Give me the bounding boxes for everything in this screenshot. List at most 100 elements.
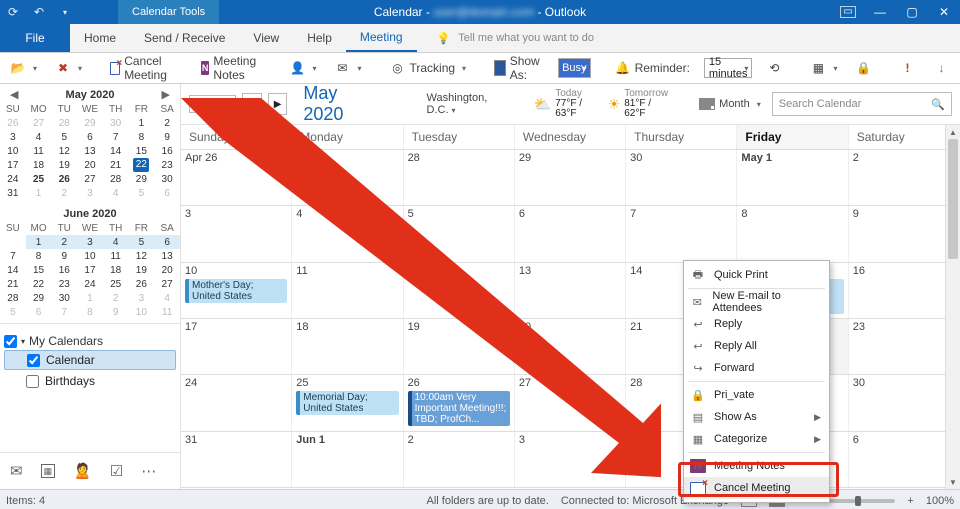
tab-meeting[interactable]: Meeting	[346, 24, 417, 52]
undo-icon[interactable]: ↶	[26, 0, 52, 24]
tasks-nav-icon[interactable]: ☑	[110, 462, 123, 480]
scroll-thumb[interactable]	[948, 139, 958, 259]
calendar-day[interactable]: 4	[292, 206, 403, 261]
tracking-button[interactable]: ◎Tracking	[385, 58, 470, 78]
ribbon-display-options[interactable]: ▭	[832, 0, 864, 24]
zoom-level[interactable]: 100%	[926, 495, 954, 507]
close-button[interactable]: ✕	[928, 0, 960, 24]
tab-view[interactable]: View	[239, 24, 293, 52]
calendar-day[interactable]: 25Memorial Day; United States	[292, 375, 403, 430]
ctx-new-email[interactable]: ✉New E-mail to Attendees	[684, 291, 829, 313]
calendar-day[interactable]: 19	[404, 319, 515, 374]
calendar-day[interactable]: 27	[292, 150, 403, 205]
calendar-day[interactable]: 5	[404, 206, 515, 261]
scroll-down-button[interactable]: ▼	[946, 475, 960, 489]
calendar-nav-icon[interactable]: ▦	[41, 464, 56, 478]
calendar-checkbox[interactable]	[27, 354, 40, 367]
search-calendar-input[interactable]: Search Calendar 🔍	[772, 92, 952, 116]
calendar-day[interactable]: 2610:00am Very Important Meeting!!!; TBD…	[404, 375, 515, 430]
prev-month-button[interactable]: ◀	[6, 88, 22, 101]
show-as-select[interactable]: Busy	[558, 58, 590, 78]
calendar-day[interactable]: 12	[404, 263, 515, 318]
calendar-day[interactable]: 17	[181, 319, 292, 374]
calendar-item-birthdays[interactable]: Birthdays	[4, 372, 176, 390]
tab-help[interactable]: Help	[293, 24, 346, 52]
refresh-icon[interactable]: ⟳	[0, 0, 26, 24]
maximize-button[interactable]: ▢	[896, 0, 928, 24]
calendar-event[interactable]: Memorial Day; United States	[296, 391, 398, 415]
meeting-notes-button[interactable]: NMeeting Notes	[197, 52, 266, 84]
today-button[interactable]: Today	[189, 95, 236, 113]
mini-calendar-may[interactable]: SUMOTUWETHFRSA26272829301234567891011121…	[0, 103, 180, 200]
ctx-reply-all[interactable]: ↩Reply All	[684, 335, 829, 357]
calendar-day[interactable]: Apr 26	[181, 150, 292, 205]
ctx-meeting-notes[interactable]: NMeeting Notes	[684, 455, 829, 477]
ctx-show-as[interactable]: ▤Show As▶	[684, 406, 829, 428]
calendar-grid[interactable]: SundayMondayTuesdayWednesdayThursdayFrid…	[181, 125, 960, 489]
high-importance-button[interactable]: !	[895, 58, 919, 78]
tab-send-receive[interactable]: Send / Receive	[130, 24, 239, 52]
reminder-select[interactable]: 15 minutes	[704, 58, 753, 78]
calendar-day[interactable]: 31	[181, 432, 292, 487]
tell-me-search[interactable]: 💡 Tell me what you want to do	[437, 24, 594, 52]
calendar-day[interactable]: 13	[515, 263, 626, 318]
calendar-day[interactable]: 3	[181, 206, 292, 261]
calendar-day[interactable]: 7	[626, 206, 737, 261]
calendar-day[interactable]: 6	[849, 432, 960, 487]
ctx-reply[interactable]: ↩Reply	[684, 313, 829, 335]
next-period-button[interactable]: ▶	[268, 93, 288, 115]
private-button[interactable]: 🔒	[851, 58, 875, 78]
calendar-day[interactable]: 30	[849, 375, 960, 430]
ctx-quick-print[interactable]: 🖶Quick Print	[684, 264, 829, 286]
zoom-in-button[interactable]: +	[907, 495, 913, 507]
delete-button[interactable]: ✖	[51, 58, 86, 78]
calendar-event[interactable]: Mother's Day; United States	[185, 279, 287, 303]
ctx-categorize[interactable]: ▦Categorize▶	[684, 428, 829, 450]
open-button[interactable]: 📂	[6, 58, 41, 78]
weather-location[interactable]: Washington, D.C.	[427, 92, 508, 116]
recurrence-button[interactable]: ⟲	[762, 58, 786, 78]
categorize-button[interactable]: ▦	[806, 58, 841, 78]
weather-today[interactable]: ⛅ Today77°F / 63°F	[534, 89, 594, 119]
calendar-day[interactable]: Jun 1	[292, 432, 403, 487]
vertical-scrollbar[interactable]: ▲ ▼	[945, 125, 960, 489]
my-calendars-checkbox[interactable]	[4, 335, 17, 348]
my-calendars-header[interactable]: ▾My Calendars	[4, 334, 176, 348]
weather-tomorrow[interactable]: ☀ Tomorrow81°F / 62°F	[608, 89, 668, 119]
people-nav-icon[interactable]: 🙎	[73, 462, 92, 480]
calendar-day[interactable]: 2	[849, 150, 960, 205]
tab-file[interactable]: File	[0, 24, 70, 52]
low-importance-button[interactable]: ↓	[929, 58, 953, 78]
calendar-day[interactable]: 6	[515, 206, 626, 261]
calendar-day[interactable]: 11	[292, 263, 403, 318]
mini-calendar-june[interactable]: SUMOTUWETHFRSA12345678910111213141516171…	[0, 222, 180, 319]
contact-attendees-button[interactable]: 👤	[285, 58, 320, 78]
ctx-cancel-meeting[interactable]: Cancel Meeting	[684, 477, 829, 499]
minimize-button[interactable]: —	[864, 0, 896, 24]
calendar-day[interactable]: 24	[181, 375, 292, 430]
calendar-item-calendar[interactable]: Calendar	[4, 350, 176, 370]
calendar-day[interactable]: 3	[515, 432, 626, 487]
next-month-button[interactable]: ▶	[158, 88, 174, 101]
calendar-day[interactable]: 30	[626, 150, 737, 205]
calendar-day[interactable]: 18	[292, 319, 403, 374]
respond-button[interactable]: ✉	[330, 58, 365, 78]
calendar-day[interactable]: 8	[737, 206, 848, 261]
more-nav-icon[interactable]: ⋯	[141, 462, 156, 480]
calendar-day[interactable]: 20	[515, 319, 626, 374]
view-toggle[interactable]: Month	[694, 95, 766, 113]
calendar-day[interactable]: May 1	[737, 150, 848, 205]
calendar-day[interactable]: 23	[849, 319, 960, 374]
prev-period-button[interactable]: ◀	[242, 93, 262, 115]
calendar-day[interactable]: 28	[404, 150, 515, 205]
mail-nav-icon[interactable]: ✉	[10, 462, 23, 480]
cancel-meeting-button[interactable]: Cancel Meeting	[106, 52, 177, 84]
calendar-day[interactable]: 27	[515, 375, 626, 430]
ctx-forward[interactable]: ↪Forward	[684, 357, 829, 379]
customize-qat-dropdown[interactable]: ▾	[52, 0, 78, 24]
tab-home[interactable]: Home	[70, 24, 130, 52]
birthdays-checkbox[interactable]	[26, 375, 39, 388]
calendar-event[interactable]: 10:00am Very Important Meeting!!!; TBD; …	[408, 391, 510, 426]
calendar-day[interactable]: 10Mother's Day; United States	[181, 263, 292, 318]
calendar-day[interactable]: 29	[515, 150, 626, 205]
